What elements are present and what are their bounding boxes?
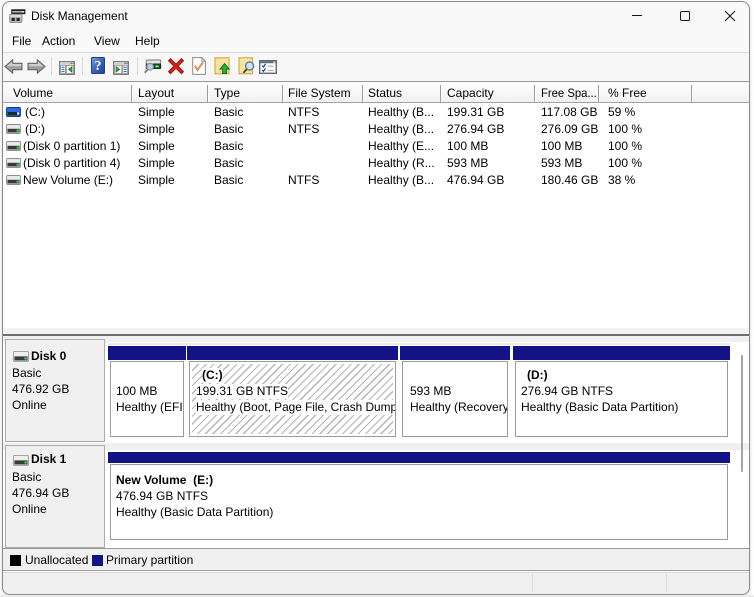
svg-text:?: ? (95, 59, 102, 74)
